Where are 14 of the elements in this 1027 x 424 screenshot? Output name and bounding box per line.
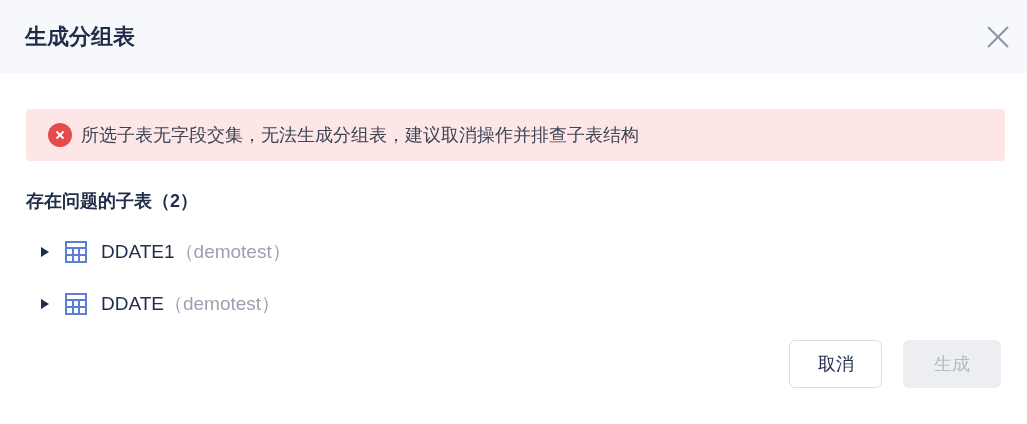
error-icon <box>48 123 72 147</box>
table-icon <box>65 241 87 263</box>
table-name[interactable]: DDATE <box>101 289 164 319</box>
table-name[interactable]: DDATE1 <box>101 237 175 267</box>
close-icon <box>986 24 1010 49</box>
schema-name: （demotest） <box>174 239 291 264</box>
dialog-title: 生成分组表 <box>25 23 135 51</box>
dialog-button[interactable]: 取消 <box>789 340 882 388</box>
schema-name: （demotest） <box>164 291 281 316</box>
caret-right-icon[interactable] <box>40 298 50 310</box>
section-title: 存在问题的子表（2） <box>26 190 198 213</box>
alert-message: 所选子表无字段交集，无法生成分组表，建议取消操作并排查子表结构 <box>81 123 639 147</box>
table-icon <box>65 293 87 315</box>
caret-right-icon[interactable] <box>40 246 50 258</box>
